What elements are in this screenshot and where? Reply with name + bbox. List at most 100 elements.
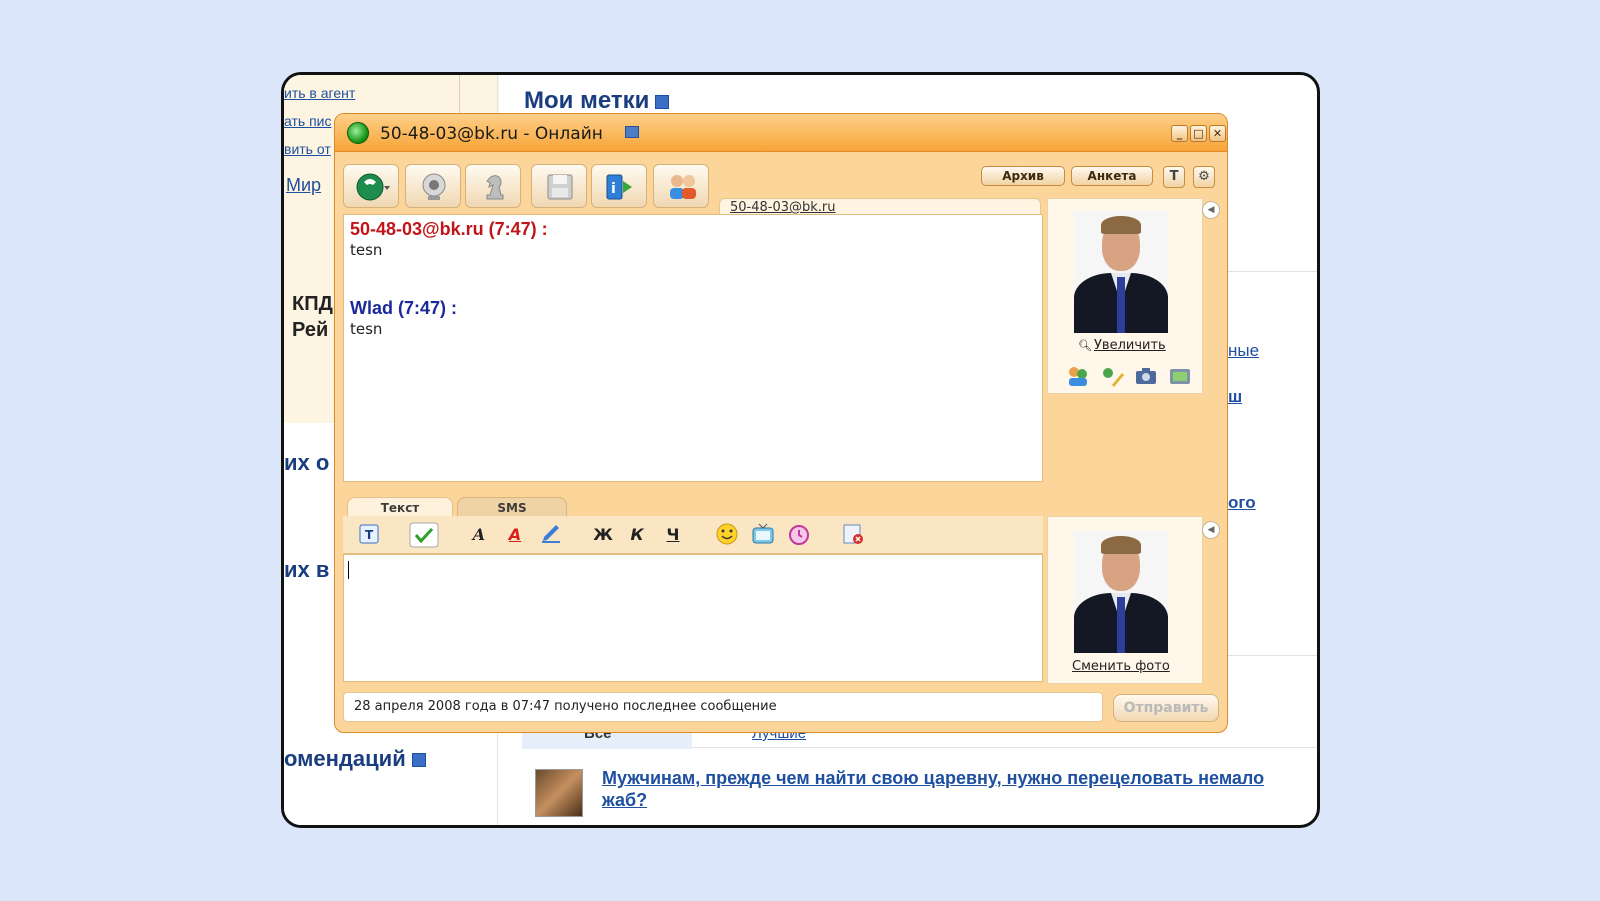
bg-link-fragment[interactable]: ш <box>1228 387 1242 407</box>
font-button[interactable]: A <box>465 522 493 548</box>
bg-title-text: Мои метки <box>524 87 650 114</box>
edit-icon[interactable] <box>655 94 670 109</box>
collapse-left-icon[interactable]: ◀ <box>1202 201 1220 219</box>
bg-link-mir[interactable]: Мир <box>286 175 321 196</box>
bold-button[interactable]: Ж <box>591 522 615 548</box>
contacts-button[interactable] <box>653 164 709 208</box>
call-button[interactable] <box>343 164 399 208</box>
bg-link-add-agent[interactable]: ить в агент <box>284 85 355 101</box>
archive-button[interactable]: Архив <box>981 166 1065 186</box>
tab-text[interactable]: Текст <box>347 497 453 517</box>
font-settings-button[interactable]: T <box>1163 166 1185 188</box>
tv-icon <box>752 523 774 544</box>
text-caret <box>348 561 349 579</box>
title-bar[interactable]: 50-48-03@bk.ru - Онлайн _ □ ✕ <box>335 114 1227 152</box>
bg-link-reply[interactable]: вить от <box>284 141 331 157</box>
tab-sms[interactable]: SMS <box>457 497 567 517</box>
games-button[interactable] <box>465 164 521 208</box>
message-text: tesn <box>350 320 383 338</box>
bg-heading-fragment: их о <box>284 450 330 475</box>
bg-recommend-heading: омендаций <box>284 746 426 772</box>
maximize-button[interactable]: □ <box>1190 125 1207 142</box>
save-button[interactable] <box>531 164 587 208</box>
photo-part <box>1117 597 1125 653</box>
clear-document-icon <box>843 524 863 544</box>
close-button[interactable]: ✕ <box>1209 125 1226 142</box>
bg-recommend-text: омендаций <box>284 746 406 771</box>
highlighter-icon <box>542 525 560 543</box>
settings-button[interactable]: ⚙ <box>1193 166 1215 188</box>
alarm-clock-icon <box>789 525 809 545</box>
photo-part <box>1117 277 1125 333</box>
alarm-button[interactable] <box>785 522 813 548</box>
smiley-icon <box>716 523 738 545</box>
clear-history-button[interactable] <box>839 522 867 548</box>
contact-photo[interactable] <box>1074 211 1168 333</box>
edit-contact-icon[interactable] <box>1100 365 1124 387</box>
underline-button[interactable]: Ч <box>661 522 685 548</box>
highlight-button[interactable] <box>537 522 565 548</box>
info-transfer-icon: i <box>606 174 632 200</box>
webcam-button[interactable] <box>405 164 461 208</box>
zoom-photo-link[interactable]: Увеличить <box>1094 338 1166 353</box>
photo-part <box>1101 536 1141 554</box>
spellcheck-icon <box>409 522 439 548</box>
bg-divider <box>1228 271 1317 272</box>
font-color-icon: A <box>508 525 522 544</box>
send-button[interactable]: Отправить <box>1113 694 1219 722</box>
gear-icon: ⚙ <box>1198 169 1210 184</box>
bg-link-fragment[interactable]: ные <box>1228 341 1259 361</box>
users-icon <box>670 175 696 199</box>
text-mode-button[interactable]: T <box>355 522 383 548</box>
video-icon[interactable] <box>1168 365 1192 387</box>
contact-info-panel: ◀ 🔍︎ Увеличить <box>1047 198 1220 394</box>
help-icon[interactable] <box>411 753 426 768</box>
bg-heading-fragment: их в <box>284 557 330 582</box>
collapse-left-icon[interactable]: ◀ <box>1202 521 1220 539</box>
my-info-panel: ◀ Сменить фото <box>1047 516 1220 684</box>
message-text: tesn <box>350 241 383 259</box>
font-color-button[interactable]: A <box>501 522 529 548</box>
file-transfer-button[interactable]: i <box>591 164 647 208</box>
bg-divider <box>1228 655 1317 656</box>
monitor-icon <box>625 126 639 138</box>
my-photo[interactable] <box>1074 531 1168 653</box>
formatting-toolbar: T A A Ж К Ч <box>343 516 1043 554</box>
flash-card-button[interactable] <box>749 522 777 548</box>
change-photo-link[interactable]: Сменить фото <box>1072 659 1170 674</box>
status-bar: 28 апреля 2008 года в 07:47 получено пос… <box>343 692 1103 722</box>
bg-link-fragment[interactable]: ого <box>1228 493 1256 513</box>
smiley-button[interactable] <box>713 522 741 548</box>
message-author: Wlad (7:47) : <box>350 298 458 318</box>
bg-kpd-label: КПД <box>292 293 333 315</box>
font-icon: A <box>472 525 486 544</box>
svg-text:i: i <box>611 181 616 197</box>
text-format-icon: T <box>359 524 379 544</box>
minimize-button[interactable]: _ <box>1171 125 1188 142</box>
floppy-save-icon <box>547 174 573 200</box>
webcam-icon <box>422 173 446 200</box>
chat-history[interactable]: 50-48-03@bk.ru (7:47) : tesn Wlad (7:47)… <box>343 214 1043 482</box>
italic-button[interactable]: К <box>625 522 649 548</box>
message-input[interactable] <box>343 554 1043 682</box>
photo-part <box>1101 216 1141 234</box>
svg-text:T: T <box>365 528 374 542</box>
article-link[interactable]: Мужчинам, прежде чем найти свою царевну,… <box>602 767 1292 811</box>
chess-knight-icon <box>486 175 504 200</box>
bg-rating-label: Рей <box>292 319 329 341</box>
online-status-icon[interactable] <box>347 122 369 144</box>
phone-icon <box>356 173 390 201</box>
bg-link-write[interactable]: ать пис <box>284 113 331 129</box>
spellcheck-button[interactable] <box>407 522 441 548</box>
bg-page-title: Мои метки <box>524 87 670 115</box>
friends-icon[interactable] <box>1066 365 1090 387</box>
profile-button[interactable]: Анкета <box>1071 166 1153 186</box>
screenshot-frame: ить в агент ать пис вить от Мир КПД Рей … <box>281 72 1320 828</box>
window-title: 50-48-03@bk.ru - Онлайн <box>380 124 603 144</box>
text-icon: T <box>1169 169 1179 184</box>
article-thumbnail[interactable] <box>535 769 583 817</box>
agent-chat-window: 50-48-03@bk.ru - Онлайн _ □ ✕ i Архив Ан… <box>334 113 1228 733</box>
camera-icon[interactable] <box>1134 365 1158 387</box>
magnifier-icon: 🔍︎ <box>1078 339 1092 352</box>
message-author: 50-48-03@bk.ru (7:47) : <box>350 219 548 239</box>
